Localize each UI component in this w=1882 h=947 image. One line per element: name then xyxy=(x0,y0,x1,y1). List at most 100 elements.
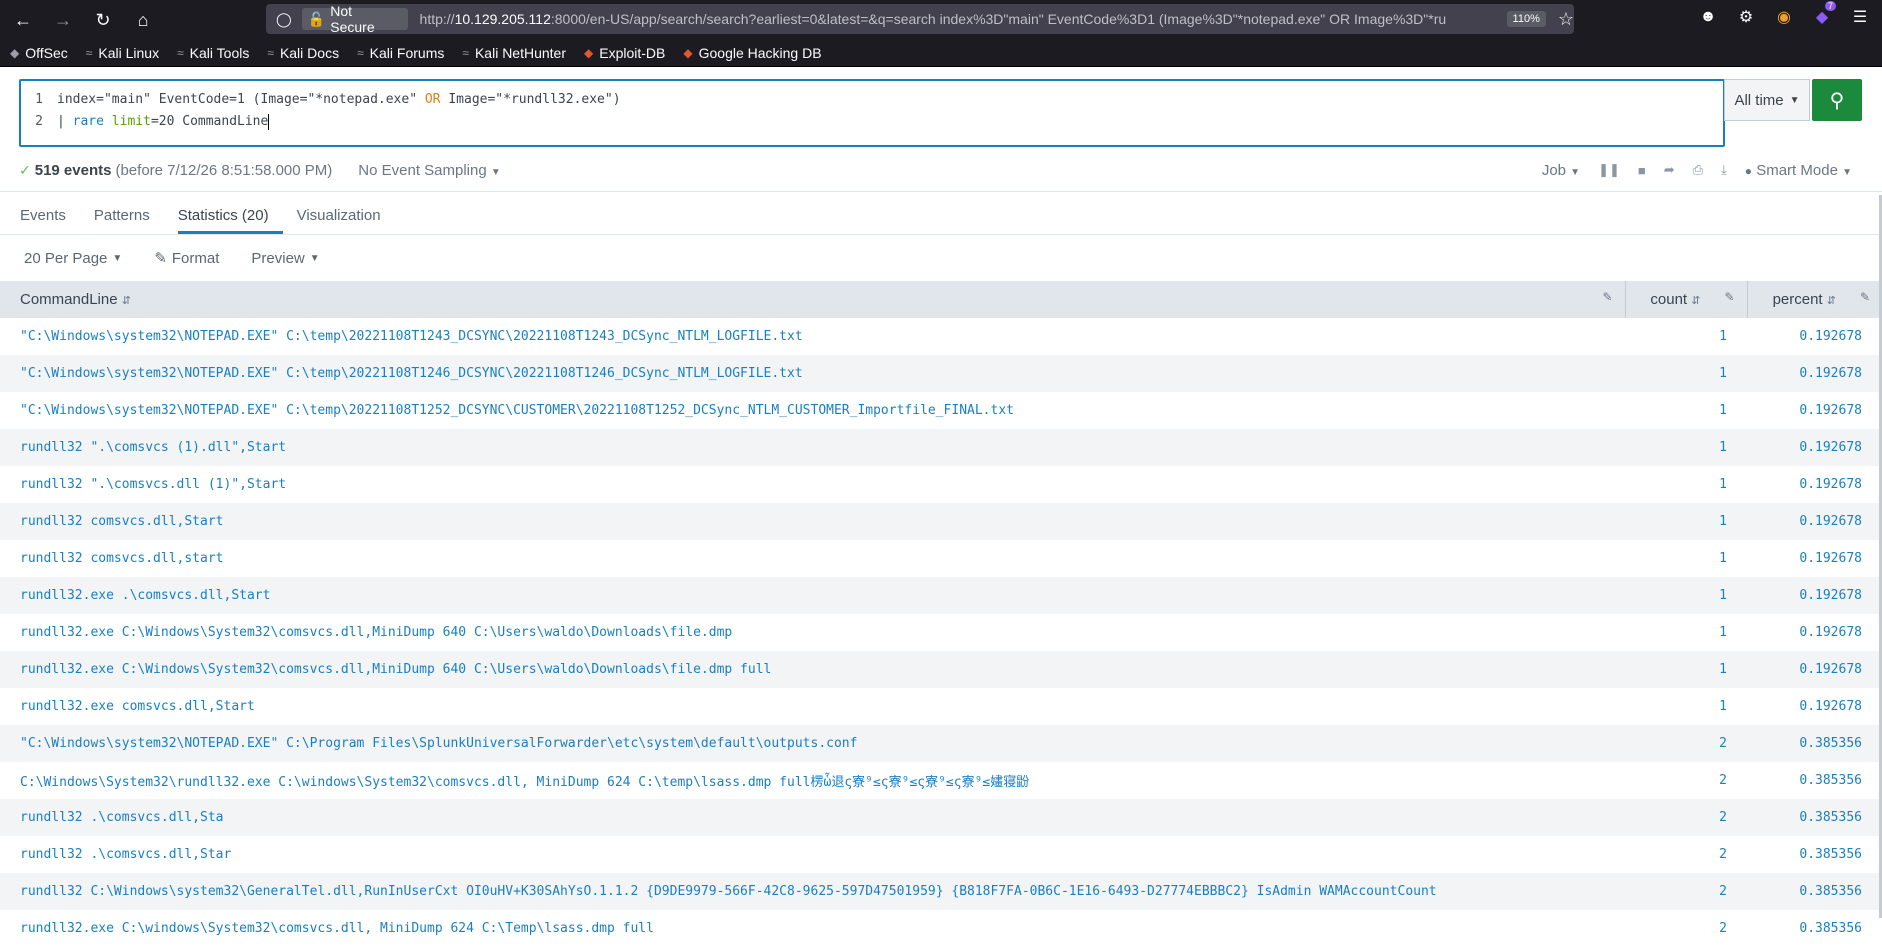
table-row[interactable]: rundll32 .\comsvcs.dll,Star 2 0.385356 xyxy=(0,836,1882,873)
count-cell[interactable]: 2 xyxy=(1625,836,1747,873)
url-text[interactable]: http://10.129.205.112:8000/en-US/app/sea… xyxy=(420,11,1501,27)
commandline-cell[interactable]: "C:\Windows\system32\NOTEPAD.EXE" C:\tem… xyxy=(0,318,1625,355)
count-cell[interactable]: 2 xyxy=(1625,910,1747,947)
shield-icon[interactable]: ◯ xyxy=(276,11,296,28)
percent-cell[interactable]: 0.192678 xyxy=(1747,355,1882,392)
percent-cell[interactable]: 0.385356 xyxy=(1747,799,1882,836)
bookmark-kali-nethunter[interactable]: ≈ Kali NetHunter xyxy=(462,45,566,61)
account-icon[interactable]: ☻ xyxy=(1696,5,1720,29)
search-button[interactable]: ⚲ xyxy=(1812,79,1862,121)
commandline-cell[interactable]: rundll32.exe .\comsvcs.dll,Start xyxy=(0,577,1625,614)
commandline-cell[interactable]: C:\Windows\System32\rundll32.exe C:\wind… xyxy=(0,762,1625,799)
commandline-cell[interactable]: rundll32 .\comsvcs.dll,Star xyxy=(0,836,1625,873)
format-button[interactable]: ✎ Format xyxy=(154,249,219,268)
edit-column-icon[interactable]: ✎ xyxy=(1602,290,1612,304)
edit-column-icon[interactable]: ✎ xyxy=(1860,290,1870,304)
percent-cell[interactable]: 0.192678 xyxy=(1747,688,1882,725)
reload-icon[interactable]: ↻ xyxy=(88,5,118,35)
percent-cell[interactable]: 0.385356 xyxy=(1747,836,1882,873)
commandline-cell[interactable]: rundll32 C:\Windows\system32\GeneralTel.… xyxy=(0,873,1625,910)
commandline-cell[interactable]: "C:\Windows\system32\NOTEPAD.EXE" C:\Pro… xyxy=(0,725,1625,762)
table-row[interactable]: "C:\Windows\system32\NOTEPAD.EXE" C:\tem… xyxy=(0,355,1882,392)
back-icon[interactable]: ← xyxy=(8,5,38,35)
event-count[interactable]: 519 events xyxy=(35,162,112,179)
table-row[interactable]: rundll32.exe C:\windows\System32\comsvcs… xyxy=(0,910,1882,947)
table-row[interactable]: rundll32.exe comsvcs.dll,Start 1 0.192678 xyxy=(0,688,1882,725)
percent-cell[interactable]: 0.385356 xyxy=(1747,873,1882,910)
count-cell[interactable]: 1 xyxy=(1625,355,1747,392)
job-dropdown[interactable]: Job ▼ xyxy=(1542,162,1580,179)
count-cell[interactable]: 2 xyxy=(1625,725,1747,762)
search-mode-dropdown[interactable]: ● Smart Mode ▼ xyxy=(1745,162,1852,179)
sort-icon[interactable]: ⇵ xyxy=(122,295,131,307)
bookmark-google-hacking-db[interactable]: ◆ Google Hacking DB xyxy=(683,45,821,61)
count-cell[interactable]: 1 xyxy=(1625,688,1747,725)
table-row[interactable]: rundll32 ".\comsvcs.dll (1)",Start 1 0.192… xyxy=(0,466,1882,503)
count-cell[interactable]: 2 xyxy=(1625,799,1747,836)
column-header-count[interactable]: count ⇵ ✎ xyxy=(1624,281,1747,318)
extensions-icon[interactable]: ⚙ xyxy=(1734,5,1758,29)
column-header-commandline[interactable]: CommandLine ⇵ ✎ xyxy=(0,281,1625,318)
count-cell[interactable]: 2 xyxy=(1625,873,1747,910)
search-query-editor[interactable]: 1 index="main" EventCode=1 (Image="*note… xyxy=(19,79,1725,147)
table-row[interactable]: rundll32 comsvcs.dll,Start 1 0.192678 xyxy=(0,503,1882,540)
count-cell[interactable]: 1 xyxy=(1625,318,1747,355)
commandline-cell[interactable]: rundll32.exe comsvcs.dll,Start xyxy=(0,688,1625,725)
home-icon[interactable]: ⌂ xyxy=(128,5,158,35)
percent-cell[interactable]: 0.192678 xyxy=(1747,540,1882,577)
count-cell[interactable]: 1 xyxy=(1625,577,1747,614)
table-row[interactable]: rundll32 .\comsvcs.dll,Sta 2 0.385356 xyxy=(0,799,1882,836)
percent-cell[interactable]: 0.192678 xyxy=(1747,318,1882,355)
commandline-cell[interactable]: rundll32 comsvcs.dll,start xyxy=(0,540,1625,577)
address-bar[interactable]: ◯ 🔓 Not Secure http://10.129.205.112:800… xyxy=(266,3,1574,35)
table-row[interactable]: rundll32 C:\Windows\system32\GeneralTel.… xyxy=(0,873,1882,910)
forward-icon[interactable]: → xyxy=(48,5,78,35)
per-page-dropdown[interactable]: 20 Per Page ▼ xyxy=(24,250,122,267)
not-secure-badge[interactable]: 🔓 Not Secure xyxy=(301,3,408,35)
percent-cell[interactable]: 0.192678 xyxy=(1747,577,1882,614)
bookmark-star-icon[interactable]: ☆ xyxy=(1558,9,1574,30)
count-cell[interactable]: 1 xyxy=(1625,540,1747,577)
time-range-picker[interactable]: All time ▼ xyxy=(1724,79,1810,121)
sort-icon[interactable]: ⇵ xyxy=(1691,295,1700,307)
stop-icon[interactable]: ■ xyxy=(1638,163,1646,178)
count-cell[interactable]: 1 xyxy=(1625,429,1747,466)
tab-statistics[interactable]: Statistics (20) xyxy=(177,207,283,234)
commandline-cell[interactable]: rundll32 comsvcs.dll,Start xyxy=(0,503,1625,540)
table-row[interactable]: rundll32 ".\comsvcs (1).dll",Start 1 0.192… xyxy=(0,429,1882,466)
commandline-cell[interactable]: rundll32 .\comsvcs.dll,Sta xyxy=(0,799,1625,836)
export-icon[interactable]: ⤓ xyxy=(1721,162,1727,178)
percent-cell[interactable]: 0.385356 xyxy=(1747,725,1882,762)
percent-cell[interactable]: 0.192678 xyxy=(1747,651,1882,688)
sort-icon[interactable]: ⇵ xyxy=(1827,295,1836,307)
event-sampling-dropdown[interactable]: No Event Sampling ▼ xyxy=(358,162,500,179)
percent-cell[interactable]: 0.385356 xyxy=(1747,762,1882,799)
commandline-cell[interactable]: "C:\Windows\system32\NOTEPAD.EXE" C:\tem… xyxy=(0,392,1625,429)
count-cell[interactable]: 1 xyxy=(1625,651,1747,688)
table-row[interactable]: "C:\Windows\system32\NOTEPAD.EXE" C:\tem… xyxy=(0,318,1882,355)
count-cell[interactable]: 1 xyxy=(1625,614,1747,651)
table-row[interactable]: C:\Windows\System32\rundll32.exe C:\wind… xyxy=(0,762,1882,799)
bookmark-offsec[interactable]: ◆ OffSec xyxy=(10,45,68,61)
bookmark-kali-forums[interactable]: ≈ Kali Forums xyxy=(357,45,444,61)
percent-cell[interactable]: 0.192678 xyxy=(1747,466,1882,503)
pause-icon[interactable]: ❚❚ xyxy=(1598,162,1620,178)
print-icon[interactable]: ⎙ xyxy=(1693,162,1703,178)
percent-cell[interactable]: 0.192678 xyxy=(1747,429,1882,466)
share-icon[interactable]: ➦ xyxy=(1664,162,1675,178)
percent-cell[interactable]: 0.192678 xyxy=(1747,614,1882,651)
edit-column-icon[interactable]: ✎ xyxy=(1724,290,1734,304)
bookmark-kali-docs[interactable]: ≈ Kali Docs xyxy=(267,45,339,61)
table-row[interactable]: rundll32 comsvcs.dll,start 1 0.192678 xyxy=(0,540,1882,577)
table-row[interactable]: rundll32.exe C:\Windows\System32\comsvcs… xyxy=(0,651,1882,688)
menu-icon[interactable]: ☰ xyxy=(1848,5,1872,29)
percent-cell[interactable]: 0.385356 xyxy=(1747,910,1882,947)
percent-cell[interactable]: 0.192678 xyxy=(1747,503,1882,540)
commandline-cell[interactable]: rundll32 ".\comsvcs.dll (1)",Start xyxy=(0,466,1625,503)
commandline-cell[interactable]: rundll32.exe C:\Windows\System32\comsvcs… xyxy=(0,651,1625,688)
tab-visualization[interactable]: Visualization xyxy=(297,207,395,234)
commandline-cell[interactable]: rundll32.exe C:\windows\System32\comsvcs… xyxy=(0,910,1625,947)
count-cell[interactable]: 2 xyxy=(1625,762,1747,799)
column-header-percent[interactable]: percent ⇵ ✎ xyxy=(1746,281,1882,318)
bookmark-exploit-db[interactable]: ◆ Exploit-DB xyxy=(584,45,665,61)
